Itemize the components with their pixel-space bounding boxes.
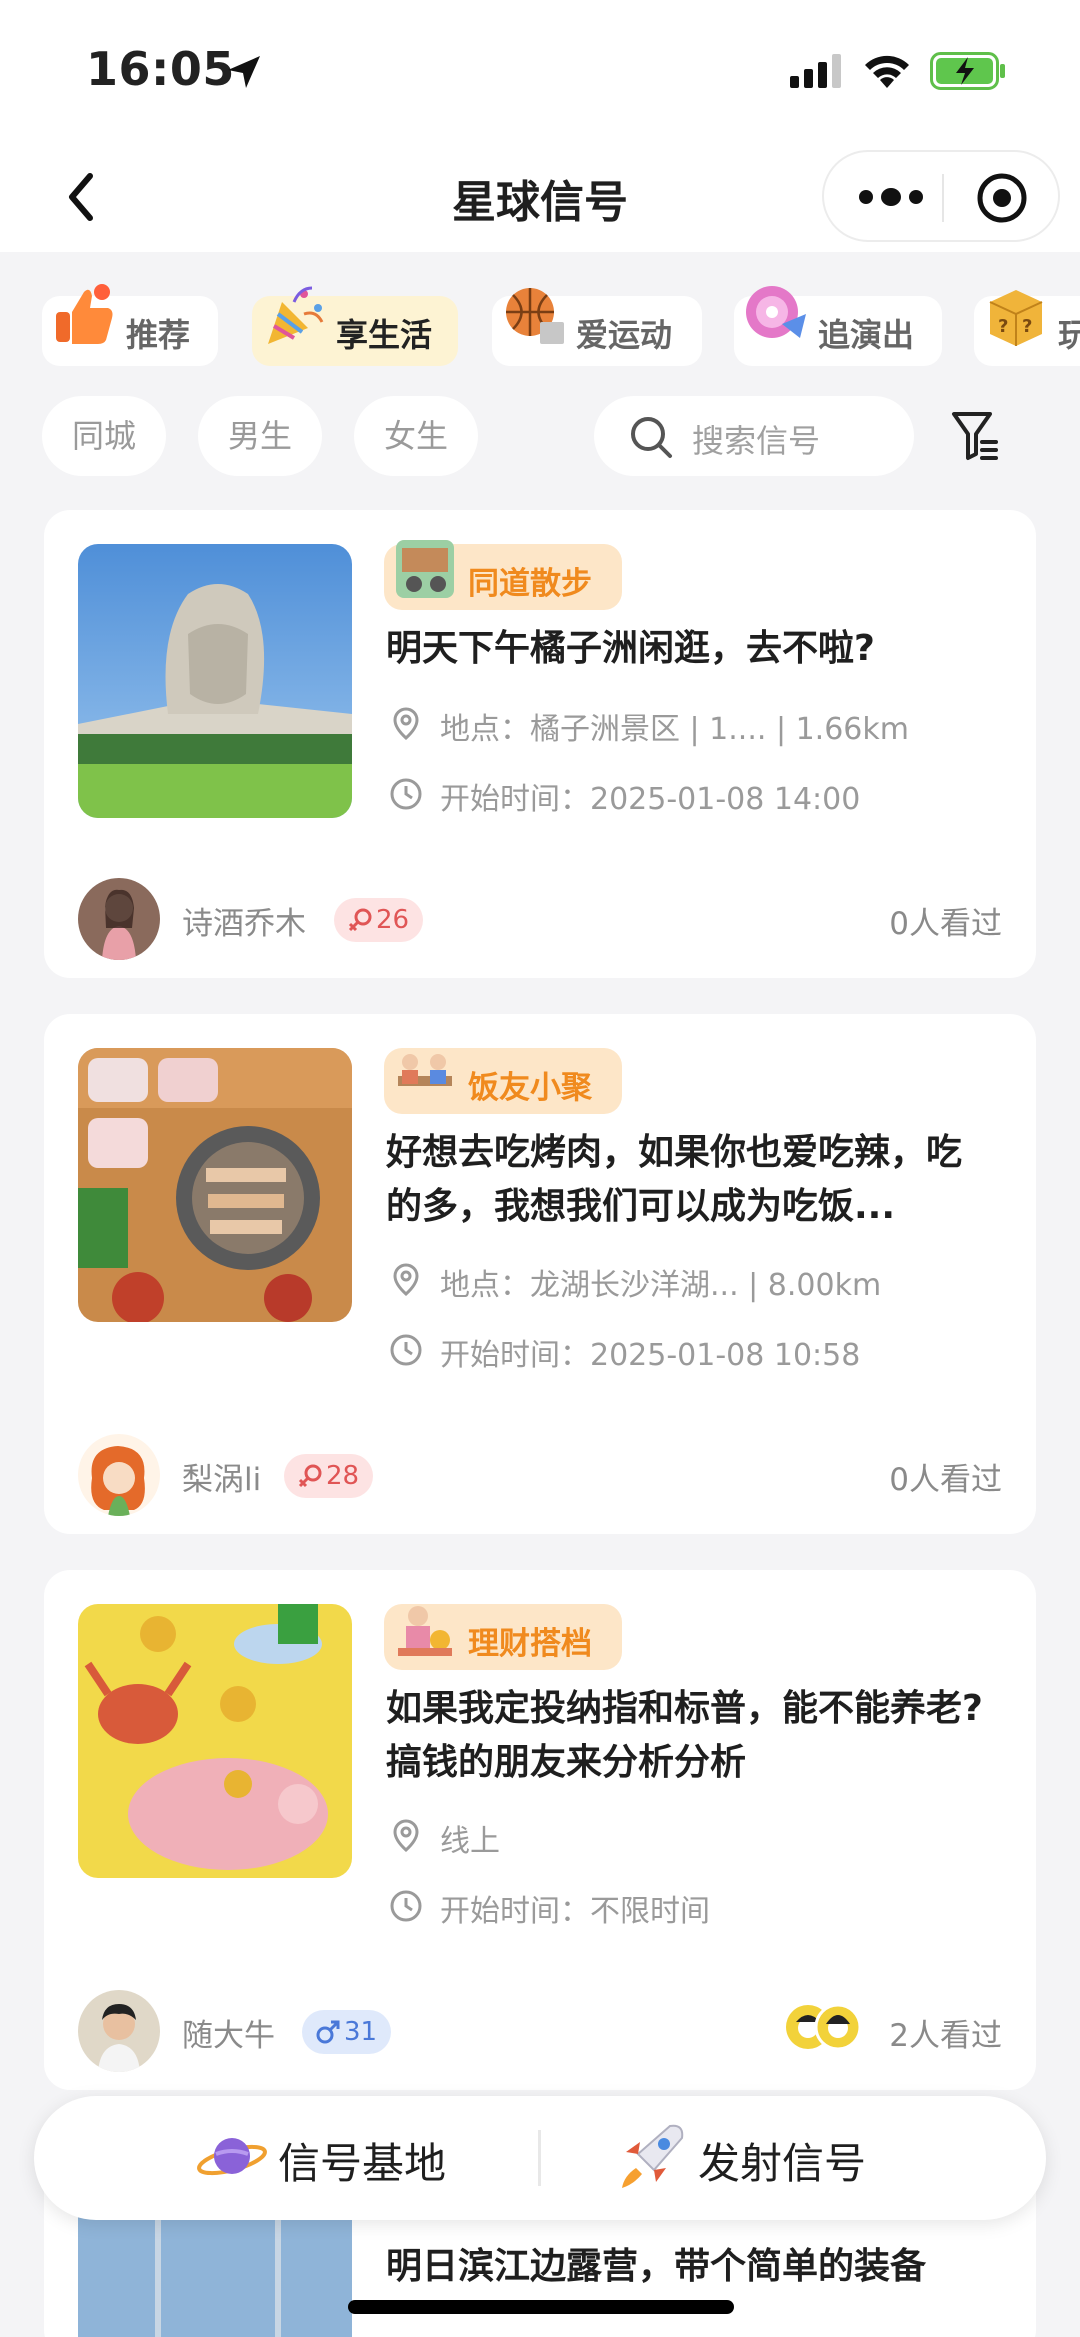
badge-value: 26 <box>376 905 410 935</box>
filter-chip-same-city[interactable]: 同城 <box>42 396 166 476</box>
card-title: 如果我定投纳指和标普，能不能养老?搞钱的朋友来分析分析 <box>386 1688 983 1783</box>
avatar[interactable] <box>78 1990 160 2072</box>
signal-base-button[interactable]: 信号基地 <box>194 2096 514 2220</box>
tab-recommend[interactable]: 推荐 <box>42 284 218 366</box>
time-text: 开始时间：2025-01-08 10:58 <box>440 1338 861 1373</box>
location-pin-icon <box>393 707 419 741</box>
tab-label: 爱运动 <box>576 316 673 354</box>
tab-label: 玩 <box>1058 316 1080 354</box>
capsule-divider <box>942 174 944 222</box>
tag-label: 理财搭档 <box>468 1626 592 1662</box>
gender-age-badge: 28 <box>284 1454 374 1498</box>
location-text: 地点：橘子洲景区 | 1.... | 1.66km <box>440 712 909 747</box>
viewer-avatars-icon <box>786 2003 862 2051</box>
basketball-icon <box>506 288 564 344</box>
svg-text:?: ? <box>998 316 1008 337</box>
card-image <box>78 1048 352 1322</box>
signal-card[interactable]: 同道散步 明天下午橘子洲闲逛，去不啦? 地点：橘子洲景区 | 1.... | 1… <box>44 510 1036 978</box>
view-count: 2人看过 <box>889 2018 1002 2054</box>
search-placeholder: 搜索信号 <box>692 422 821 460</box>
cellular-signal-icon <box>790 54 841 88</box>
svg-text:?: ? <box>1022 316 1032 337</box>
avatar[interactable] <box>78 1434 160 1516</box>
gender-age-badge: 26 <box>334 898 424 942</box>
category-tag: 理财搭档 <box>384 1604 622 1670</box>
planet-icon <box>197 2138 267 2176</box>
more-dots-icon[interactable] <box>854 182 928 212</box>
tab-play[interactable]: ? ? 玩 <box>974 290 1080 366</box>
clock-icon <box>390 1334 422 1366</box>
tag-label: 同道散步 <box>468 566 592 602</box>
clock-icon <box>390 778 422 810</box>
filter-chip-female[interactable]: 女生 <box>354 396 478 476</box>
author-name: 诗酒乔木 <box>182 906 306 942</box>
male-icon <box>316 2020 340 2044</box>
party-popper-icon <box>268 286 324 344</box>
battery-charging-icon <box>930 52 1005 90</box>
thumbs-up-icon <box>56 284 113 344</box>
send-signal-button[interactable]: 发射信号 <box>614 2096 934 2220</box>
female-icon <box>348 908 372 932</box>
nav-bar: 星球信号 <box>0 140 1080 252</box>
view-count: 0人看过 <box>889 1462 1002 1498</box>
card-title: 好想去吃烤肉，如果你也爱吃辣，吃的多，我想我们可以成为吃饭... <box>386 1132 963 1227</box>
location-pin-icon <box>393 1819 419 1853</box>
category-tag: 同道散步 <box>384 540 622 610</box>
card-image <box>78 544 352 818</box>
filter-funnel-icon[interactable] <box>950 408 1000 464</box>
signal-card[interactable]: 饭友小聚 好想去吃烤肉，如果你也爱吃辣，吃的多，我想我们可以成为吃饭... 地点… <box>44 1014 1036 1534</box>
tab-shows[interactable]: 追演出 <box>734 286 942 366</box>
tab-label: 推荐 <box>126 316 191 354</box>
signal-base-label: 信号基地 <box>278 2139 447 2188</box>
time-text: 开始时间：不限时间 <box>440 1894 710 1929</box>
filter-row: 同城 男生 女生 搜索信号 <box>0 396 1080 476</box>
status-time: 16:05 <box>86 42 235 96</box>
tab-sports[interactable]: 爱运动 <box>492 288 702 366</box>
bottom-bar-divider <box>538 2130 541 2186</box>
dining-friends-icon <box>398 1054 452 1086</box>
finance-partner-icon <box>398 1606 452 1656</box>
card-title: 明天下午橘子洲闲逛，去不啦? <box>386 628 875 669</box>
location-pin-icon <box>393 1263 419 1297</box>
time-text: 开始时间：2025-01-08 14:00 <box>440 782 861 817</box>
search-icon <box>631 417 672 458</box>
location-text: 线上 <box>440 1824 500 1859</box>
status-bar: 16:05 <box>0 0 1080 140</box>
badge-value: 31 <box>344 2017 378 2047</box>
location-text: 地点：龙湖长沙洋湖... | 8.00km <box>440 1268 882 1303</box>
bottom-action-bar: 信号基地 发射信号 <box>34 2096 1046 2220</box>
author-name: 随大牛 <box>182 2018 275 2054</box>
category-tabs: 推荐 享生活 爱运动 追演出 ? ? 玩 <box>0 282 1080 372</box>
send-signal-label: 发射信号 <box>698 2139 867 2188</box>
female-icon <box>298 1464 322 1488</box>
music-disc-icon <box>746 286 806 338</box>
author-name: 梨涡li <box>182 1462 262 1498</box>
rocket-icon <box>622 2124 684 2188</box>
gender-age-badge: 31 <box>302 2010 392 2054</box>
signal-card[interactable]: 理财搭档 如果我定投纳指和标普，能不能养老?搞钱的朋友来分析分析 线上 开始时间… <box>44 1570 1036 2090</box>
walking-scene-icon <box>396 540 454 598</box>
avatar[interactable] <box>78 878 160 960</box>
wifi-icon <box>865 55 909 88</box>
tag-label: 饭友小聚 <box>468 1070 592 1106</box>
tab-label: 享生活 <box>336 316 433 354</box>
search-input[interactable]: 搜索信号 <box>594 396 914 476</box>
clock-icon <box>390 1890 422 1922</box>
tab-enjoy-life[interactable]: 享生活 <box>252 286 458 366</box>
mini-program-capsule <box>822 150 1060 242</box>
home-indicator <box>348 2300 734 2314</box>
tab-label: 追演出 <box>818 316 915 354</box>
close-target-icon[interactable] <box>976 172 1028 224</box>
view-count: 0人看过 <box>889 906 1002 942</box>
filter-chip-male[interactable]: 男生 <box>198 396 322 476</box>
location-arrow-icon <box>228 56 260 88</box>
card-title: 明日滨江边露营，带个简单的装备 <box>386 2246 927 2287</box>
card-image <box>78 1604 352 1878</box>
badge-value: 28 <box>326 1461 360 1491</box>
game-box-icon: ? ? <box>989 290 1043 346</box>
category-tag: 饭友小聚 <box>384 1048 622 1114</box>
